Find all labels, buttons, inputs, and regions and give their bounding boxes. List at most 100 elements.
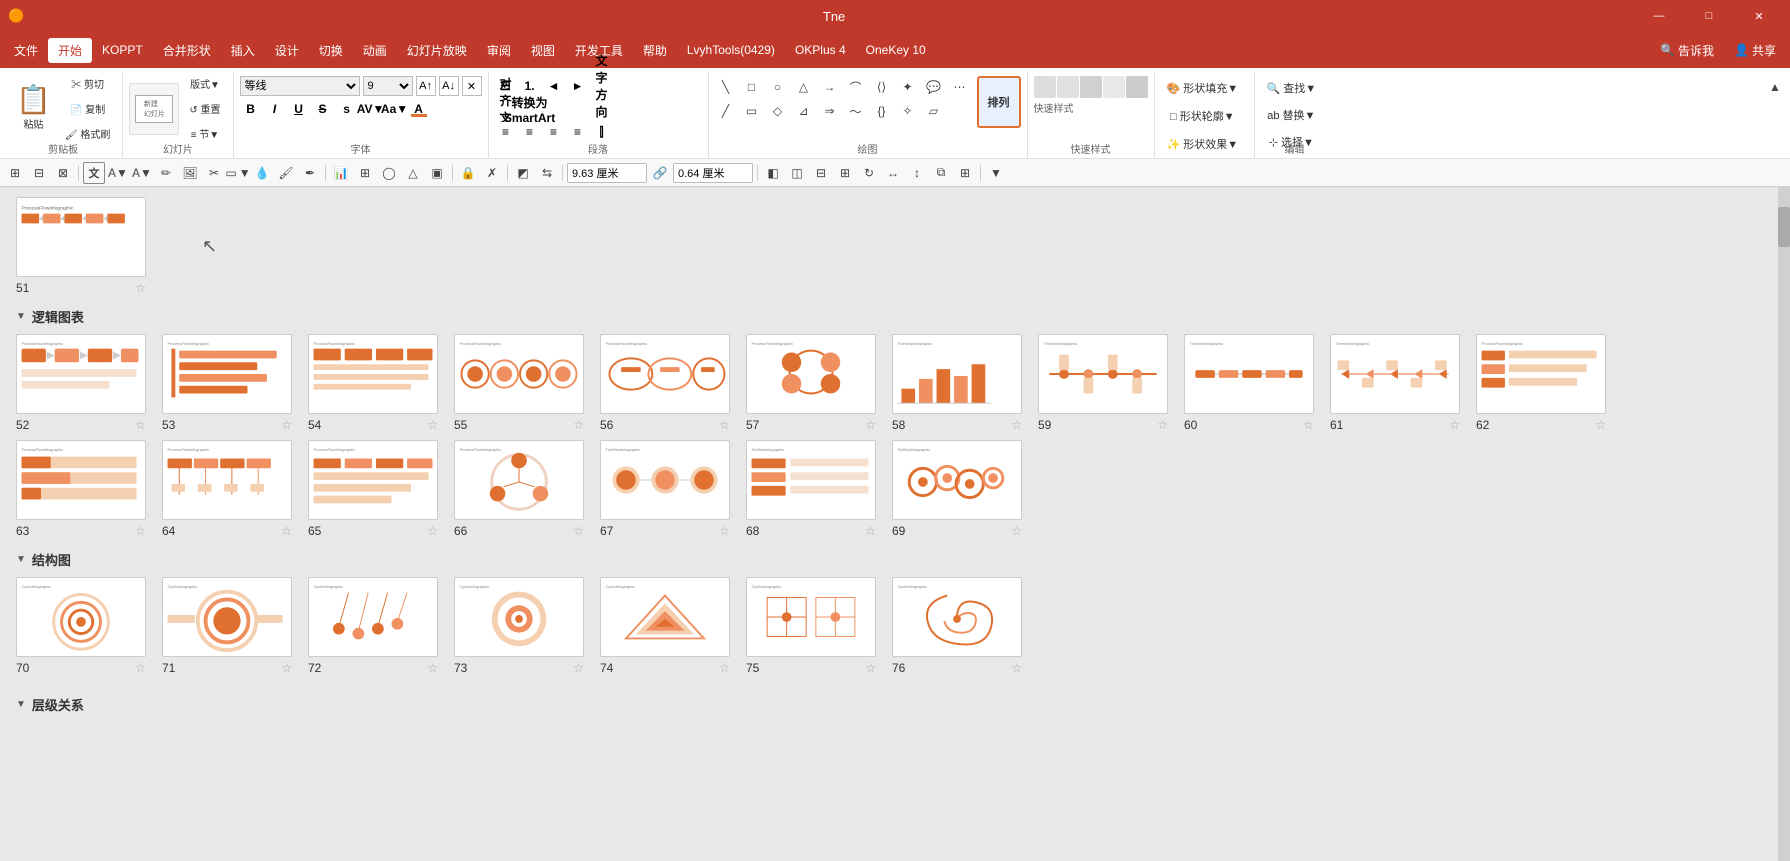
tb-brush[interactable]: 🖌 — [275, 162, 297, 184]
tb-shape-circle2[interactable]: ◯ — [378, 162, 400, 184]
shape6[interactable]: ⇒ — [819, 100, 841, 122]
tb-unlock[interactable]: ✗ — [481, 162, 503, 184]
slide-thumb-58[interactable]: FiveStepInfographic — [892, 334, 1022, 414]
star-69[interactable]: ☆ — [1011, 524, 1022, 538]
text-direction-button[interactable]: 文字方向 — [591, 76, 613, 96]
shape3[interactable]: ▭ — [741, 100, 763, 122]
menu-merge-shapes[interactable]: 合并形状 — [153, 38, 221, 63]
tb-shadow[interactable]: ◩ — [512, 162, 534, 184]
slide-item-72[interactable]: CyclicInfographic 72 ☆ — [308, 577, 438, 675]
tb-pen[interactable]: ✒ — [299, 162, 321, 184]
star-74[interactable]: ☆ — [719, 661, 730, 675]
slide-thumb-62[interactable]: ProcessFlowInfographic — [1476, 334, 1606, 414]
tb-order[interactable]: ⧉ — [930, 162, 952, 184]
shape-outline-button[interactable]: □ 形状轮廓▼ — [1161, 104, 1245, 128]
shape2[interactable]: ╱ — [715, 100, 737, 122]
slide-thumb-71[interactable]: CyclicInfographic — [162, 577, 292, 657]
star-72[interactable]: ☆ — [427, 661, 438, 675]
slide-item-56[interactable]: ProcessFlowInfographic 56 ☆ — [600, 334, 730, 432]
menu-slideshow[interactable]: 幻灯片放映 — [397, 38, 477, 63]
tb-lock[interactable]: 🔒 — [457, 162, 479, 184]
align-center[interactable]: ≡ — [519, 122, 541, 142]
tb-rotate[interactable]: ↻ — [858, 162, 880, 184]
slide-thumb-53[interactable]: ProcessFlowInfographic — [162, 334, 292, 414]
star-57[interactable]: ☆ — [865, 418, 876, 432]
star-59[interactable]: ☆ — [1157, 418, 1168, 432]
slide-thumb-73[interactable]: CyclicInfographic — [454, 577, 584, 657]
increase-indent[interactable]: ► — [567, 76, 589, 96]
tb-grid2[interactable]: ⊞ — [954, 162, 976, 184]
star-71[interactable]: ☆ — [281, 661, 292, 675]
slide-item-62[interactable]: ProcessFlowInfographic 62 ☆ — [1476, 334, 1606, 432]
menu-okplus[interactable]: OKPlus 4 — [785, 39, 856, 61]
align-justify[interactable]: ≡ — [567, 122, 589, 142]
tb-group[interactable]: ⊞ — [354, 162, 376, 184]
convert-smartart[interactable]: 转换为SmartArt — [519, 99, 541, 119]
slide-item-70[interactable]: CyclicInfographic 70 ☆ — [16, 577, 146, 675]
char-spacing-button[interactable]: AV▼ — [360, 99, 382, 119]
slide-thumb-65[interactable]: ProcessFlowInfographic — [308, 440, 438, 520]
star-52[interactable]: ☆ — [135, 418, 146, 432]
find-button[interactable]: 🔍 查找▼ — [1261, 76, 1323, 100]
slide-thumb-57[interactable]: ProcessFlowInfographic — [746, 334, 876, 414]
slide-thumb-68[interactable]: SixStepInfographic — [746, 440, 876, 520]
slide-item-51[interactable]: ProcessFlowInfographic 51 ☆ — [16, 197, 146, 295]
tb-color[interactable]: A▼ — [131, 162, 153, 184]
tb-paint[interactable]: ✏ — [155, 162, 177, 184]
copy-button[interactable]: 📄 复制 — [59, 97, 116, 120]
tb-crop[interactable]: ✂ — [203, 162, 225, 184]
slide-item-58[interactable]: FiveStepInfographic 58 ☆ — [892, 334, 1022, 432]
tb-more-shapes[interactable]: ▣ — [426, 162, 448, 184]
slide-thumb-67[interactable]: FiveStepInfographic — [600, 440, 730, 520]
arrange-button[interactable]: 排列 — [977, 76, 1021, 128]
star-67[interactable]: ☆ — [719, 524, 730, 538]
width-input[interactable] — [567, 163, 647, 183]
slide-item-67[interactable]: FiveStepInfographic 67 ☆ — [600, 440, 730, 538]
font-size-increase[interactable]: A↑ — [416, 76, 436, 96]
slide-item-57[interactable]: ProcessFlowInfographic 57 ☆ — [746, 334, 876, 432]
shape-callout[interactable]: 💬 — [923, 76, 945, 98]
layout-button[interactable]: 版式▼ — [183, 72, 226, 95]
shape5[interactable]: ⊿ — [793, 100, 815, 122]
shape-effect-button[interactable]: ✨ 形状效果▼ — [1161, 132, 1245, 156]
tb-contract[interactable]: ⊞ — [834, 162, 856, 184]
slide-thumb-76[interactable]: CyclicInfographic — [892, 577, 1022, 657]
star-70[interactable]: ☆ — [135, 661, 146, 675]
slide-thumb-66[interactable]: ProcessFlowInfographic — [454, 440, 584, 520]
shape10[interactable]: ▱ — [923, 100, 945, 122]
reset-button[interactable]: ↺ 重置 — [183, 97, 226, 120]
italic-button[interactable]: I — [264, 99, 286, 119]
shape-tri[interactable]: △ — [793, 76, 815, 98]
tb-mirror[interactable]: ⇆ — [536, 162, 558, 184]
slide-item-59[interactable]: TimelineInfographic 59 ☆ — [1038, 334, 1168, 432]
replace-button[interactable]: ab 替换▼ — [1261, 103, 1323, 127]
slide-thumb-75[interactable]: CyclicInfographic — [746, 577, 876, 657]
slide-item-69[interactable]: SixStepInfographic 69 ☆ — [892, 440, 1022, 538]
star-66[interactable]: ☆ — [573, 524, 584, 538]
menu-transition[interactable]: 切换 — [309, 38, 353, 63]
slide-thumb-64[interactable]: ProcessFlowInfographic — [162, 440, 292, 520]
slide-thumb-52[interactable]: ProcessFlowInfographic — [16, 334, 146, 414]
close-button[interactable]: ✕ — [1736, 0, 1782, 32]
bold-button[interactable]: B — [240, 99, 262, 119]
minimize-button[interactable]: — — [1636, 0, 1682, 32]
shape-line[interactable]: ╲ — [715, 76, 737, 98]
tb-text[interactable]: 文 — [83, 162, 105, 184]
shape-arrow[interactable]: → — [819, 76, 841, 98]
shape-connector[interactable]: ⌒ — [845, 76, 867, 98]
shape-fill-button[interactable]: 🎨 形状填充▼ — [1161, 76, 1245, 100]
star-61[interactable]: ☆ — [1449, 418, 1460, 432]
slide-thumb-63[interactable]: ProcessFlowInfographic — [16, 440, 146, 520]
slide-item-74[interactable]: CyclicInfographic 74 ☆ — [600, 577, 730, 675]
align-left[interactable]: ≡ — [495, 122, 517, 142]
shape9[interactable]: ✧ — [897, 100, 919, 122]
slide-thumb-74[interactable]: CyclicInfographic — [600, 577, 730, 657]
slide-item-55[interactable]: ProcessFlowInfographic 55 ☆ — [454, 334, 584, 432]
menu-review[interactable]: 审阅 — [477, 38, 521, 63]
slide-thumb-61[interactable]: TimelineInfographic — [1330, 334, 1460, 414]
slide-thumb-70[interactable]: CyclicInfographic — [16, 577, 146, 657]
star-55[interactable]: ☆ — [573, 418, 584, 432]
slide-item-53[interactable]: ProcessFlowInfographic 53 ☆ — [162, 334, 292, 432]
clear-format[interactable]: ✕ — [462, 76, 482, 96]
shape-eq[interactable]: ⟨⟩ — [871, 76, 893, 98]
